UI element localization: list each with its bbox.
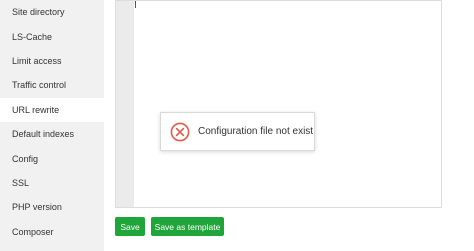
rewrite-code-editor[interactable] [115, 0, 442, 208]
sidebar-item-url-rewrite[interactable]: URL rewrite [0, 97, 104, 122]
settings-sidebar: Site directory LS-Cache Limit access Tra… [0, 0, 104, 251]
error-circle-icon [170, 122, 190, 142]
sidebar-item-config[interactable]: Config [0, 146, 104, 170]
sidebar-item-ls-cache[interactable]: LS-Cache [0, 24, 104, 48]
sidebar-item-ssl[interactable]: SSL [0, 171, 104, 195]
editor-line-gutter [116, 1, 134, 207]
sidebar-item-limit-access[interactable]: Limit access [0, 49, 104, 73]
save-button[interactable]: Save [115, 217, 145, 236]
sidebar-item-traffic-control[interactable]: Traffic control [0, 73, 104, 97]
editor-text-cursor [135, 1, 136, 8]
error-message-text: Configuration file not exist [198, 126, 314, 137]
sidebar-item-composer[interactable]: Composer [0, 220, 104, 244]
sidebar-item-php-version[interactable]: PHP version [0, 195, 104, 219]
sidebar-item-site-directory[interactable]: Site directory [0, 0, 104, 24]
error-message-popup: Configuration file not exist [160, 112, 315, 151]
save-as-template-button[interactable]: Save as template [151, 217, 224, 236]
sidebar-item-default-indexes[interactable]: Default indexes [0, 122, 104, 146]
